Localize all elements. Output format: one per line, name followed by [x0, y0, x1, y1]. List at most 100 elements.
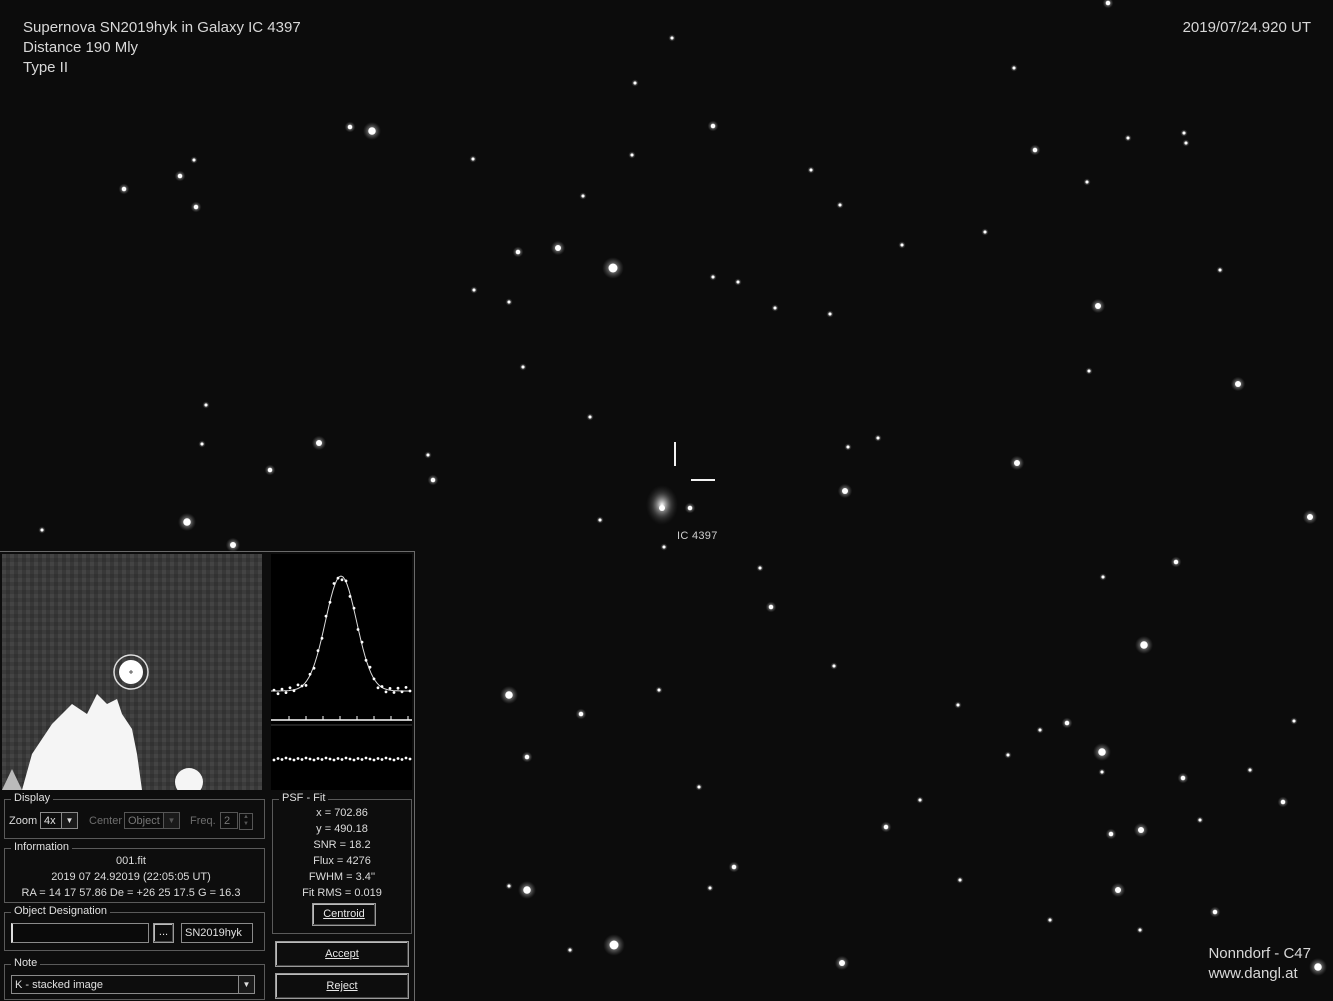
star-core [609, 940, 619, 950]
star-core [523, 886, 531, 894]
star-core [1138, 827, 1144, 833]
note-select[interactable]: K - stacked image ▼ [11, 975, 255, 994]
star-core [1095, 303, 1101, 309]
star-core [505, 691, 513, 699]
star-core [121, 186, 127, 192]
residual-point [404, 756, 408, 760]
psf-point [404, 686, 408, 689]
psf-point [400, 690, 404, 694]
star-core [758, 566, 762, 570]
star-core [708, 886, 712, 890]
image-credit: Nonndorf - C47 www.dangl.at [1208, 944, 1311, 984]
star-core [430, 477, 436, 483]
freq-value: 2 [224, 815, 231, 827]
star-core [736, 280, 740, 284]
star-core [832, 664, 836, 668]
star-core [581, 194, 585, 198]
reject-button[interactable]: Reject [275, 973, 409, 999]
residual-point [360, 758, 364, 761]
residual-point [284, 756, 288, 760]
star-core [515, 249, 521, 255]
star-core [1006, 753, 1010, 757]
spin-up-icon[interactable]: ▲ [240, 814, 252, 821]
psf-point [320, 636, 324, 640]
browse-button[interactable]: ... [153, 923, 174, 943]
star-core [608, 263, 618, 273]
freq-spin-buttons[interactable]: ▲ ▼ [239, 813, 253, 830]
psf-point [360, 640, 364, 644]
star-core [507, 300, 511, 304]
psf-y: y = 490.18 [316, 823, 368, 835]
star-core [1198, 818, 1202, 822]
psf-point [304, 684, 308, 687]
residual-point [280, 758, 284, 761]
star-core [842, 488, 848, 494]
residual-point [288, 757, 292, 761]
star-core [1235, 381, 1241, 387]
centroid-button[interactable]: Centroid [312, 903, 376, 926]
designation-field[interactable]: SN2019hyk [181, 923, 253, 943]
residual-point [312, 758, 316, 762]
zoom-label: Zoom [9, 815, 38, 827]
star-core [633, 81, 637, 85]
psf-point [384, 690, 388, 694]
astrometry-panel: Display Zoom 4x ▼ Center Object ▼ Freq. … [0, 551, 415, 1001]
object-input[interactable] [11, 923, 149, 943]
residual-point [316, 757, 320, 760]
star-core [267, 467, 273, 473]
star-core [731, 864, 737, 870]
star-core [347, 124, 353, 130]
chevron-down-icon[interactable]: ▼ [163, 813, 179, 828]
center-select[interactable]: Object ▼ [124, 812, 180, 829]
accept-button[interactable]: Accept [275, 941, 409, 967]
star-core [1173, 559, 1179, 565]
residual-point [356, 757, 360, 760]
residual-point [332, 758, 336, 762]
star-core [1105, 0, 1111, 6]
star-core [956, 703, 960, 707]
caption-distance: Distance 190 Mly [23, 39, 139, 56]
psf-point [296, 683, 300, 687]
star-core [876, 436, 880, 440]
psf-point [364, 658, 368, 662]
residual-point [344, 756, 348, 760]
reject-label: Reject [326, 980, 358, 992]
psf-point [396, 686, 400, 690]
galaxy-label: IC 4397 [677, 530, 718, 542]
psf-point [332, 582, 336, 585]
supernova-marker-vertical [674, 442, 676, 466]
center-label: Center [89, 815, 123, 827]
star-core [900, 243, 904, 247]
star-core [1248, 768, 1252, 772]
star-core [1087, 369, 1091, 373]
residual-point [272, 758, 276, 762]
note-group: Note K - stacked image ▼ [4, 957, 265, 1000]
chevron-down-icon[interactable]: ▼ [61, 813, 77, 828]
psf-point [280, 687, 284, 691]
supernova-marker-horizontal [691, 479, 715, 481]
star-core [471, 157, 475, 161]
star-core [1064, 720, 1070, 726]
note-group-title: Note [11, 957, 41, 969]
residual-point [348, 757, 352, 761]
star-core [368, 127, 376, 135]
star-core [883, 824, 889, 830]
star-core [1115, 887, 1121, 893]
spin-down-icon[interactable]: ▼ [240, 821, 252, 828]
chevron-down-icon[interactable]: ▼ [238, 976, 254, 993]
star-core [838, 203, 842, 207]
psf-point [356, 628, 360, 631]
psf-point [340, 578, 344, 582]
zoom-select[interactable]: 4x ▼ [40, 812, 78, 829]
psf-point [272, 688, 276, 692]
psf-point [284, 691, 288, 694]
residual-point [364, 756, 368, 760]
freq-stepper[interactable]: 2 ▲ ▼ [220, 812, 253, 830]
star-core [1307, 514, 1313, 520]
star-core [183, 518, 191, 526]
psf-point [276, 692, 280, 696]
star-core [177, 173, 183, 179]
image-caption: Supernova SN2019hyk in Galaxy IC 4397 Di… [23, 18, 301, 78]
star-core [204, 403, 208, 407]
residual-point [292, 758, 296, 762]
